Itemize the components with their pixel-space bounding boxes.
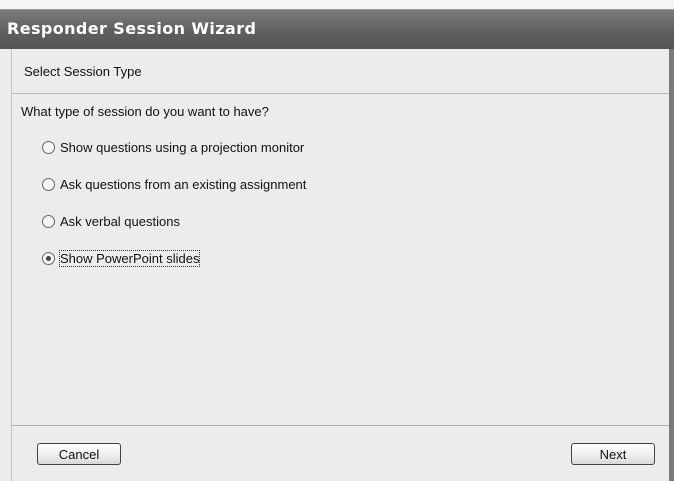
radio-button[interactable] bbox=[42, 140, 55, 154]
option-verbal-questions[interactable]: Ask verbal questions bbox=[42, 212, 180, 230]
window-frame-right bbox=[669, 49, 674, 481]
option-powerpoint-slides[interactable]: Show PowerPoint slides bbox=[42, 249, 201, 267]
step-header: Select Session Type bbox=[12, 49, 669, 94]
window-frame-left bbox=[0, 49, 12, 481]
step-title: Select Session Type bbox=[24, 64, 142, 79]
radio-button[interactable] bbox=[42, 177, 55, 191]
radio-button-selected[interactable] bbox=[42, 251, 55, 265]
cancel-button[interactable]: Cancel bbox=[37, 443, 121, 465]
option-existing-assignment[interactable]: Ask questions from an existing assignmen… bbox=[42, 175, 306, 193]
option-label[interactable]: Ask verbal questions bbox=[60, 214, 180, 229]
window-titlebar[interactable]: Responder Session Wizard bbox=[0, 9, 674, 49]
footer-divider bbox=[12, 425, 669, 426]
next-button[interactable]: Next bbox=[571, 443, 655, 465]
radio-button[interactable] bbox=[42, 214, 55, 228]
option-label[interactable]: Ask questions from an existing assignmen… bbox=[60, 177, 306, 192]
wizard-body: Select Session Type What type of session… bbox=[12, 49, 669, 481]
background-window-strip bbox=[0, 0, 674, 9]
window-title: Responder Session Wizard bbox=[7, 19, 257, 38]
option-label[interactable]: Show PowerPoint slides bbox=[58, 249, 201, 267]
session-type-question: What type of session do you want to have… bbox=[21, 104, 269, 119]
option-projection-monitor[interactable]: Show questions using a projection monito… bbox=[42, 138, 304, 156]
option-label[interactable]: Show questions using a projection monito… bbox=[60, 140, 304, 155]
